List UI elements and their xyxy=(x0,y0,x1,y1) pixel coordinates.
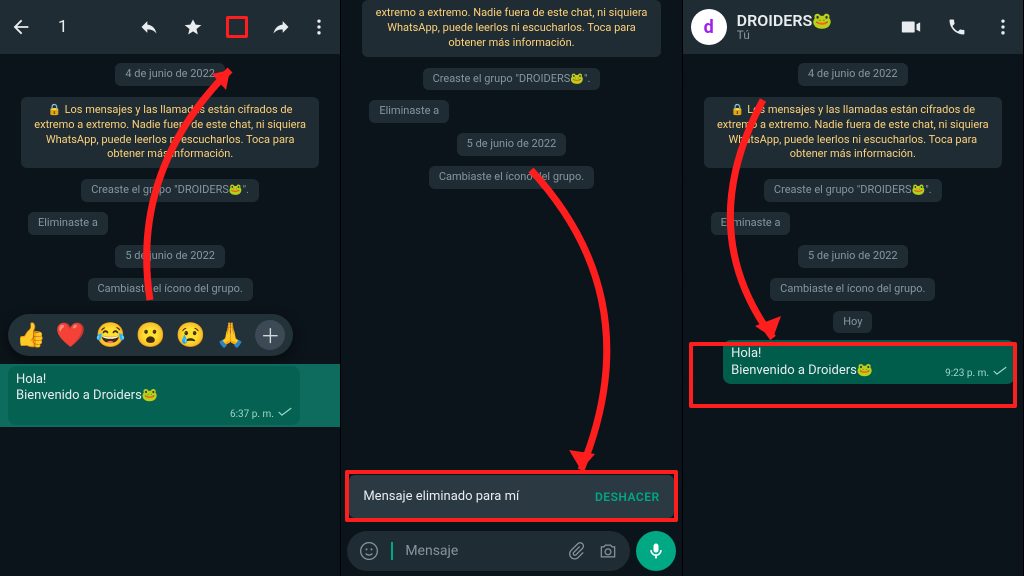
encryption-notice[interactable]: 🔒Los mensajes y las llamadas están cifra… xyxy=(21,97,319,168)
outgoing-message-bubble[interactable]: Hola! Bienvenido a Droiders🐸 9:23 p. m. xyxy=(723,340,1015,384)
group-name: DROIDERS🐸 xyxy=(737,12,877,30)
system-message: Eliminaste a xyxy=(369,100,449,123)
camera-icon[interactable] xyxy=(598,541,618,561)
video-call-icon[interactable] xyxy=(899,15,923,39)
reaction-thumbs-up[interactable]: 👍 xyxy=(16,321,46,349)
star-icon[interactable] xyxy=(182,16,204,38)
system-message: Creaste el grupo "DROIDERS🐸". xyxy=(764,179,942,202)
text-cursor xyxy=(391,542,393,560)
reaction-more-icon[interactable]: ＋ xyxy=(255,320,285,350)
message-line: Hola! xyxy=(16,372,292,389)
selection-header: 1 xyxy=(0,0,340,54)
encryption-text: Los mensajes y las llamadas están cifrad… xyxy=(34,103,306,161)
reaction-pray[interactable]: 🙏 xyxy=(215,321,245,349)
outgoing-message-bubble[interactable]: Hola! Bienvenido a Droiders🐸 6:37 p. m. xyxy=(8,366,300,426)
group-avatar[interactable]: d xyxy=(691,9,727,45)
back-arrow-icon[interactable] xyxy=(10,16,32,38)
voice-call-icon[interactable] xyxy=(945,15,969,39)
screenshot-panel-2: extremo a extremo. Nadie fuera de este c… xyxy=(341,0,682,576)
reactions-bar: 👍 ❤️ 😂 😮 😢 🙏 ＋ xyxy=(8,314,293,356)
undo-snackbar: Mensaje eliminado para mí DESHACER xyxy=(349,475,673,518)
delete-trash-icon[interactable] xyxy=(226,16,248,38)
forward-icon[interactable] xyxy=(270,16,292,38)
reaction-heart[interactable]: ❤️ xyxy=(56,321,86,349)
attach-icon[interactable] xyxy=(566,541,586,561)
reaction-laugh[interactable]: 😂 xyxy=(96,321,126,349)
message-input-bar: Mensaje xyxy=(341,526,681,576)
chat-title-block[interactable]: DROIDERS🐸 Tú xyxy=(737,12,877,43)
more-vert-icon[interactable] xyxy=(308,16,330,38)
message-line: Hola! xyxy=(731,346,1007,363)
more-vert-icon[interactable] xyxy=(991,15,1015,39)
check-icon xyxy=(993,366,1007,380)
avatar-letter: d xyxy=(704,17,714,38)
date-chip: 5 de junio de 2022 xyxy=(115,245,225,268)
screenshot-panel-1: 1 4 de junio de 2022 🔒Los mensajes y las… xyxy=(0,0,341,576)
outgoing-message-row: Hola! Bienvenido a Droiders🐸 9:23 p. m. xyxy=(723,340,1015,384)
date-chip: 5 de junio de 2022 xyxy=(457,133,567,156)
group-subtitle: Tú xyxy=(737,29,877,42)
lock-icon: 🔒 xyxy=(731,103,745,116)
date-chip-today: Hoy xyxy=(833,311,872,334)
message-line: Bienvenido a Droiders🐸 xyxy=(731,363,937,380)
undo-button[interactable]: DESHACER xyxy=(595,490,660,504)
system-message: Eliminaste a xyxy=(711,212,791,235)
chat-header[interactable]: d DROIDERS🐸 Tú xyxy=(683,0,1023,54)
system-message: Eliminaste a xyxy=(28,212,108,235)
reply-icon[interactable] xyxy=(138,16,160,38)
system-message: Cambiaste el ícono del grupo. xyxy=(770,278,935,301)
reaction-sad[interactable]: 😢 xyxy=(176,321,206,349)
emoji-icon[interactable] xyxy=(359,541,379,561)
message-line: Bienvenido a Droiders🐸 xyxy=(16,388,292,405)
encryption-text: extremo a extremo. Nadie fuera de este c… xyxy=(376,6,648,49)
selected-message-row[interactable]: Hola! Bienvenido a Droiders🐸 6:37 p. m. xyxy=(0,364,340,428)
message-input[interactable]: Mensaje xyxy=(347,531,629,571)
date-chip: 5 de junio de 2022 xyxy=(798,245,908,268)
message-time: 9:23 p. m. xyxy=(945,367,989,380)
system-message: Cambiaste el ícono del grupo. xyxy=(88,278,253,301)
chat-body: 4 de junio de 2022 🔒Los mensajes y las l… xyxy=(683,54,1023,576)
system-message: Creaste el grupo "DROIDERS🐸". xyxy=(81,179,259,202)
message-time: 6:37 p. m. xyxy=(230,408,274,421)
message-meta: 9:23 p. m. xyxy=(945,366,1007,380)
reaction-wow[interactable]: 😮 xyxy=(136,321,166,349)
snackbar-text: Mensaje eliminado para mí xyxy=(363,489,519,504)
system-message: Cambiaste el ícono del grupo. xyxy=(429,166,594,189)
system-message: Creaste el grupo "DROIDERS🐸". xyxy=(423,68,601,91)
selection-count: 1 xyxy=(58,17,68,37)
message-meta: 6:37 p. m. xyxy=(16,407,292,421)
encryption-notice-partial[interactable]: extremo a extremo. Nadie fuera de este c… xyxy=(362,0,660,57)
check-icon xyxy=(278,407,292,421)
screenshot-panel-3: d DROIDERS🐸 Tú 4 de junio de 2022 🔒Los m… xyxy=(683,0,1024,576)
date-chip: 4 de junio de 2022 xyxy=(798,63,908,86)
encryption-text: Los mensajes y las llamadas están cifrad… xyxy=(717,103,989,161)
lock-icon: 🔒 xyxy=(48,103,62,116)
chat-body: 4 de junio de 2022 🔒Los mensajes y las l… xyxy=(0,54,340,576)
mic-button[interactable] xyxy=(636,531,676,571)
encryption-notice[interactable]: 🔒Los mensajes y las llamadas están cifra… xyxy=(704,97,1002,168)
input-placeholder: Mensaje xyxy=(405,543,553,559)
date-chip: 4 de junio de 2022 xyxy=(115,63,225,86)
